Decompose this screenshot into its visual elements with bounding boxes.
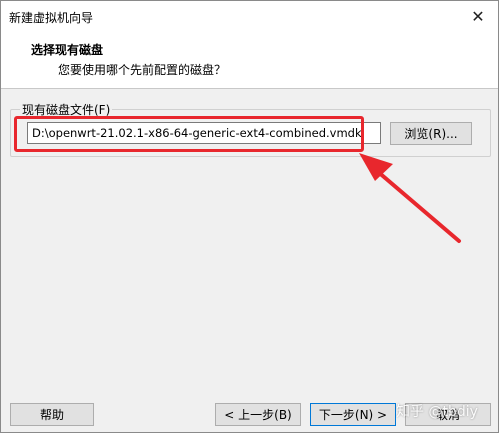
page-title: 选择现有磁盘 <box>31 43 104 57</box>
browse-button[interactable]: 浏览(R)... <box>390 122 472 145</box>
window-title: 新建虚拟机向导 <box>9 11 94 25</box>
help-button[interactable]: 帮助 <box>10 403 94 426</box>
watermark: 知乎 @tbdiy <box>396 404 478 420</box>
back-button[interactable]: < 上一步(B) <box>215 403 301 426</box>
new-vm-wizard-window: 新建虚拟机向导 ✕ 选择现有磁盘 您要使用哪个先前配置的磁盘？ 现有磁盘文件(F… <box>0 0 499 433</box>
wizard-header: 选择现有磁盘 您要使用哪个先前配置的磁盘？ <box>1 31 498 89</box>
next-button[interactable]: 下一步(N) > <box>310 403 396 426</box>
page-subtitle: 您要使用哪个先前配置的磁盘？ <box>58 63 227 77</box>
close-icon[interactable]: ✕ <box>458 1 498 31</box>
title-bar: 新建虚拟机向导 ✕ <box>1 1 498 31</box>
existing-disk-label: 现有磁盘文件(F) <box>20 101 113 118</box>
disk-file-path-input[interactable] <box>27 122 381 144</box>
